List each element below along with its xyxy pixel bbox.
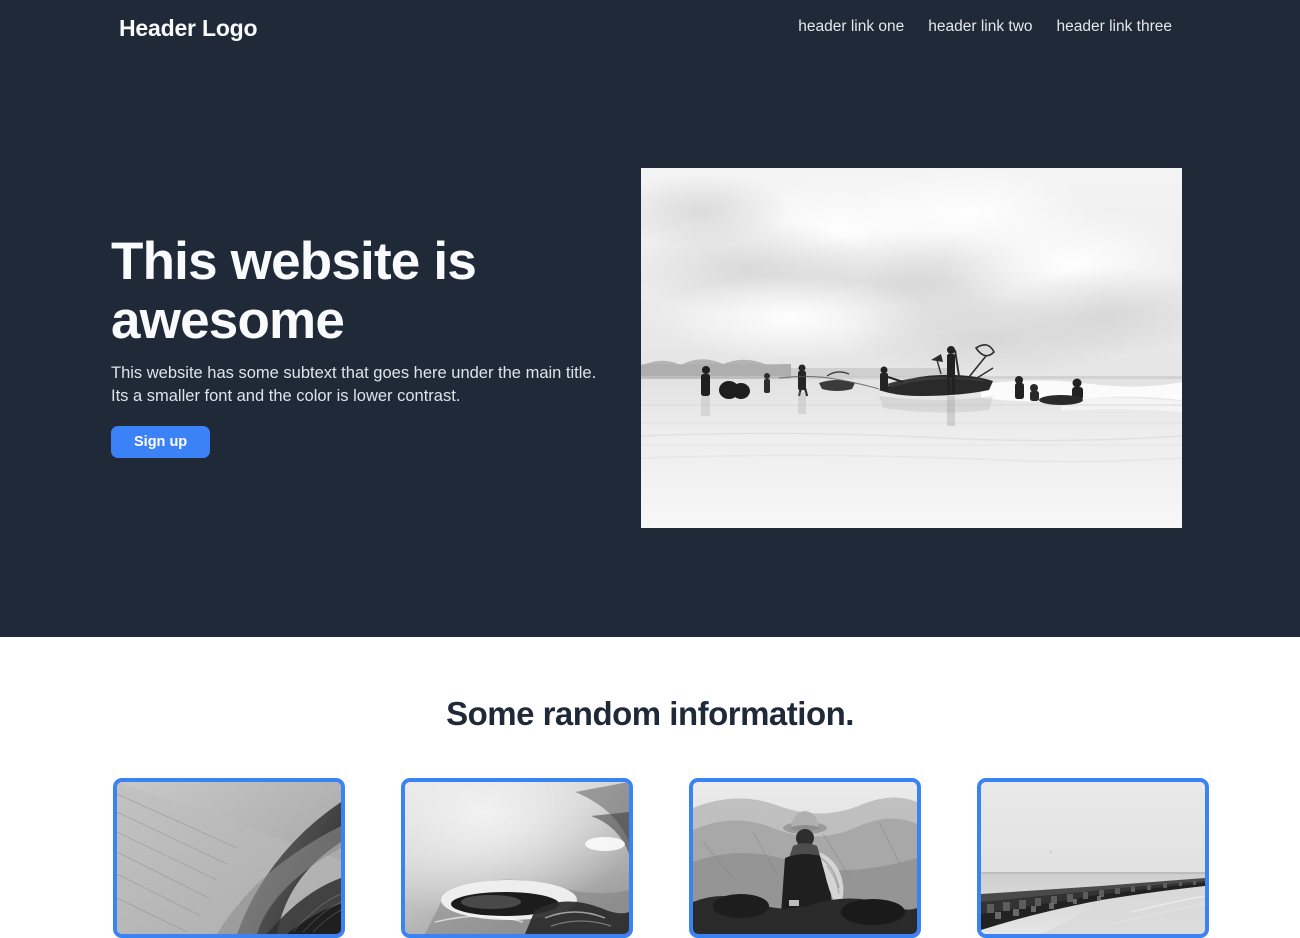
site-header: Header Logo header link one header link … — [0, 0, 1300, 58]
info-section: Some random information. — [0, 637, 1300, 938]
info-card-3[interactable] — [689, 778, 921, 938]
header-link-two[interactable]: header link two — [928, 18, 1032, 36]
hero-image — [641, 168, 1182, 528]
hero-title: This website is awesome — [111, 232, 477, 351]
info-card-2[interactable] — [401, 778, 633, 938]
hero-subtext: This website has some subtext that goes … — [111, 363, 597, 406]
header-link-one[interactable]: header link one — [798, 18, 904, 36]
info-section-heading: Some random information. — [446, 695, 854, 732]
signup-button[interactable]: Sign up — [111, 425, 211, 458]
info-card-1[interactable] — [113, 778, 345, 938]
info-card-4[interactable] — [977, 778, 1209, 938]
sand-dunes-image — [117, 782, 341, 934]
header-link-three[interactable]: header link three — [1057, 18, 1172, 36]
hero-text-block: This website is awesome This website has… — [111, 232, 611, 458]
person-portrait-image — [693, 782, 917, 934]
abstract-water-image — [405, 782, 629, 934]
hero-beach-illustration — [641, 168, 1182, 528]
hero-section: Header Logo header link one header link … — [0, 0, 1300, 637]
info-card-row — [113, 778, 1209, 938]
header-nav: header link one header link two header l… — [798, 18, 1172, 36]
header-logo[interactable]: Header Logo — [119, 15, 258, 42]
breakwater-image — [981, 782, 1205, 934]
